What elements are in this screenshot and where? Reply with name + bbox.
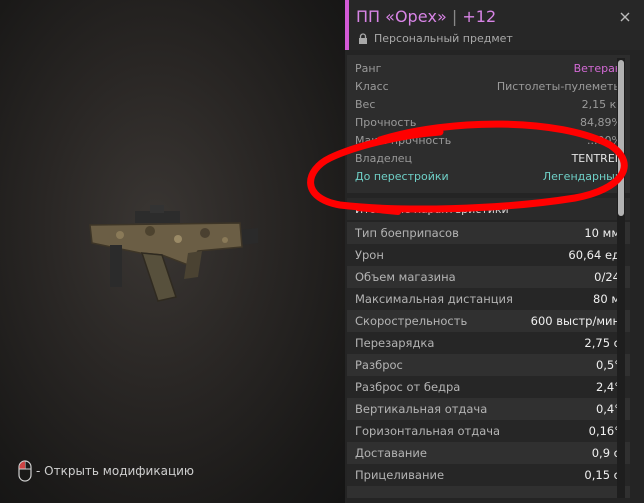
upgrade-level: +12 (462, 7, 497, 26)
info-row-before-rebuild: До перестройки Легендарный (347, 167, 630, 185)
stats-list-end (347, 486, 630, 498)
stat-key: Урон (355, 248, 384, 262)
stat-row: Доставание 0,9 с (347, 442, 630, 464)
stat-key: Скорострельность (355, 314, 468, 328)
stat-row: Урон 60,64 ед (347, 244, 630, 266)
info-row-owner: Владелец TENTREK (347, 149, 630, 167)
summary-stats-toggle[interactable]: Итоговые характеристики › (347, 198, 630, 220)
info-key: Класс (355, 79, 389, 93)
stat-key: Прицеливание (355, 468, 445, 482)
stat-value: 80 м (593, 292, 620, 306)
stat-row: Прицеливание 0,15 с (347, 464, 630, 486)
title-separator: | (451, 7, 458, 26)
stat-key: Перезарядка (355, 336, 435, 350)
info-value: Легендарный (542, 169, 622, 183)
stat-key: Разброс (355, 358, 403, 372)
info-row-rank: Ранг Ветеран (347, 59, 630, 77)
item-name: ПП «Орех» (356, 7, 447, 26)
stat-value: 0,16° (588, 424, 620, 438)
lock-icon (359, 33, 367, 44)
info-key: Вес (355, 97, 376, 111)
info-row-max-durability: Макс. прочность ...90% (347, 131, 630, 149)
stat-row: Тип боеприпасов 10 мм (347, 222, 630, 244)
stats-list: Тип боеприпасов 10 мм Урон 60,64 ед Объем … (347, 222, 630, 498)
item-info-panel: ПП «Орех» | +12 Персональный предмет Ран… (345, 0, 644, 503)
stat-key: Максимальная дистанция (355, 292, 513, 306)
stat-row: Объем магазина 0/24 (347, 266, 630, 288)
stat-value: 60,64 ед (568, 248, 620, 262)
weapon-preview: - Открыть модификацию (0, 0, 345, 503)
info-value: TENTREK (571, 151, 622, 165)
info-value: Пистолеты-пулеметы (496, 79, 622, 93)
weapon-image (89, 205, 258, 302)
stat-row: Скорострельность 600 выстр/мин (347, 310, 630, 332)
close-icon[interactable] (618, 10, 632, 24)
summary-stats-label: Итоговые характеристики (355, 202, 509, 216)
panel-scrollbar[interactable] (617, 58, 625, 498)
info-key: Ранг (355, 61, 382, 75)
stat-row: Вертикальная отдача 0,4° (347, 398, 630, 420)
stat-key: Объем магазина (355, 270, 456, 284)
stat-row: Перезарядка 2,75 с (347, 332, 630, 354)
stat-value: 0,9 с (591, 446, 620, 460)
scrollbar-thumb[interactable] (618, 60, 624, 216)
info-key: Прочность (355, 115, 417, 129)
info-key: Владелец (355, 151, 412, 165)
info-value: Ветеран (573, 61, 622, 75)
open-modification-hint[interactable]: - Открыть модификацию (18, 460, 194, 482)
stat-key: Доставание (355, 446, 427, 460)
stat-row: Горизонтальная отдача 0,16° (347, 420, 630, 442)
info-row-durability: Прочность 84,89% (347, 113, 630, 131)
stat-key: Разброс от бедра (355, 380, 461, 394)
stat-value: 0,15 с (584, 468, 620, 482)
personal-item-label: Персональный предмет (374, 32, 513, 45)
stat-key: Тип боеприпасов (355, 226, 459, 240)
info-key: Макс. прочность (355, 133, 452, 147)
item-title: ПП «Орех» | +12 (356, 7, 496, 26)
stat-key: Вертикальная отдача (355, 402, 488, 416)
stat-value: 2,75 с (584, 336, 620, 350)
stat-value: 600 выстр/мин (530, 314, 620, 328)
stat-key: Горизонтальная отдача (355, 424, 501, 438)
info-row-class: Класс Пистолеты-пулеметы (347, 77, 630, 95)
info-row-weight: Вес 2,15 кг (347, 95, 630, 113)
stat-row: Разброс от бедра 2,4° (347, 376, 630, 398)
info-value: 84,89% (580, 115, 622, 129)
item-info-list: Ранг Ветеран Класс Пистолеты-пулеметы Ве… (347, 55, 630, 193)
open-modification-label: - Открыть модификацию (36, 464, 195, 478)
stat-row: Максимальная дистанция 80 м (347, 288, 630, 310)
info-value: 2,15 кг (581, 97, 622, 111)
mouse-icon (18, 460, 32, 482)
item-header: ПП «Орех» | +12 Персональный предмет (345, 0, 644, 50)
stat-value: 10 мм (584, 226, 620, 240)
info-key: До перестройки (355, 169, 449, 183)
item-subtitle: Персональный предмет (358, 32, 513, 45)
stat-row: Разброс 0,5° (347, 354, 630, 376)
